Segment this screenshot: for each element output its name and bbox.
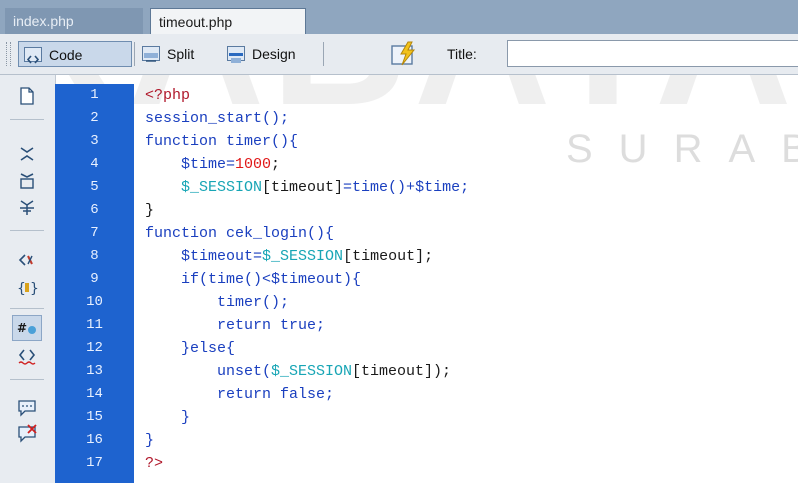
expand-all-icon[interactable] [12, 195, 42, 221]
line-number: 5 [90, 179, 99, 195]
code-line: } [145, 202, 155, 219]
collapse-selection-icon[interactable] [12, 168, 42, 194]
line-number: 6 [90, 202, 99, 218]
toolbar-divider [323, 42, 324, 66]
svg-text:#: # [17, 321, 27, 335]
line-number: 14 [86, 386, 103, 402]
code-line: $time=1000; [145, 156, 281, 173]
document-toolbar: Code Split Design Title: [0, 34, 798, 75]
toolbar-grip[interactable] [6, 42, 11, 66]
coding-toolbar-divider [10, 119, 44, 120]
line-number: 4 [90, 156, 99, 172]
code-line: $_SESSION[timeout]=time()+$time; [145, 179, 470, 196]
apply-comment-icon[interactable] [12, 395, 42, 421]
coding-toolbar-divider [10, 379, 44, 380]
code-line: function cek_login(){ [145, 225, 335, 242]
line-number: 3 [90, 133, 99, 149]
coding-toolbar-divider [10, 308, 44, 309]
code-line: }else{ [145, 340, 236, 357]
line-number: 17 [86, 455, 103, 471]
code-line: $timeout=$_SESSION[timeout]; [145, 248, 434, 265]
document-title-label: Title: [447, 46, 477, 62]
line-number: 11 [86, 317, 103, 333]
code-line: <?php [145, 87, 191, 104]
tab-index-php[interactable]: index.php [5, 8, 143, 34]
line-number: 15 [86, 409, 103, 425]
coding-toolbar: {} # [0, 75, 56, 483]
line-number: 1 [90, 87, 99, 103]
code-line: function timer(){ [145, 133, 299, 150]
live-view-icon[interactable] [390, 41, 418, 67]
line-numbers-icon[interactable]: # [12, 315, 42, 341]
balance-braces-icon[interactable]: {} [12, 275, 42, 301]
highlight-invalid-code-icon[interactable] [12, 343, 42, 369]
code-view-button[interactable]: Code [18, 41, 132, 67]
design-view-icon [227, 46, 245, 63]
code-view-label: Code [49, 47, 83, 63]
code-line: } [145, 432, 155, 449]
design-view-label: Design [252, 46, 296, 62]
select-parent-tag-icon[interactable] [12, 247, 42, 273]
line-number: 7 [90, 225, 99, 241]
line-number: 16 [86, 432, 103, 448]
line-number: 2 [90, 110, 99, 126]
code-editor[interactable]: <?php session_start(); function timer(){… [134, 84, 798, 483]
code-line: unset($_SESSION[timeout]); [145, 363, 452, 380]
code-line: } [145, 409, 191, 426]
line-number-gutter: 1 2 3 4 5 6 7 8 9 10 11 12 13 14 15 16 1… [55, 84, 134, 483]
line-number: 12 [86, 340, 103, 356]
code-line: timer(); [145, 294, 290, 311]
split-view-button[interactable]: Split [137, 41, 218, 67]
svg-text:{: { [17, 281, 26, 297]
coding-toolbar-divider [10, 230, 44, 231]
code-line: session_start(); [145, 110, 290, 127]
line-number: 9 [90, 271, 99, 287]
collapse-full-tag-icon[interactable] [12, 141, 42, 167]
remove-comment-icon[interactable] [12, 421, 42, 447]
split-view-label: Split [167, 46, 195, 62]
code-line: ?> [145, 455, 164, 472]
line-number: 8 [90, 248, 99, 264]
line-number: 10 [86, 294, 103, 310]
code-line: if(time()<$timeout){ [145, 271, 362, 288]
design-view-button[interactable]: Design [222, 41, 318, 67]
document-title-input[interactable] [507, 40, 798, 67]
split-view-icon [142, 46, 160, 62]
svg-text:}: } [30, 281, 38, 297]
tab-timeout-php[interactable]: timeout.php [150, 8, 306, 34]
new-document-icon[interactable] [12, 83, 42, 109]
code-view-icon [24, 47, 42, 64]
toolbar-divider [134, 42, 135, 66]
document-tab-bar: index.php timeout.php [0, 0, 798, 34]
code-line: return false; [145, 386, 335, 403]
code-line: return true; [145, 317, 326, 334]
line-number: 13 [86, 363, 103, 379]
